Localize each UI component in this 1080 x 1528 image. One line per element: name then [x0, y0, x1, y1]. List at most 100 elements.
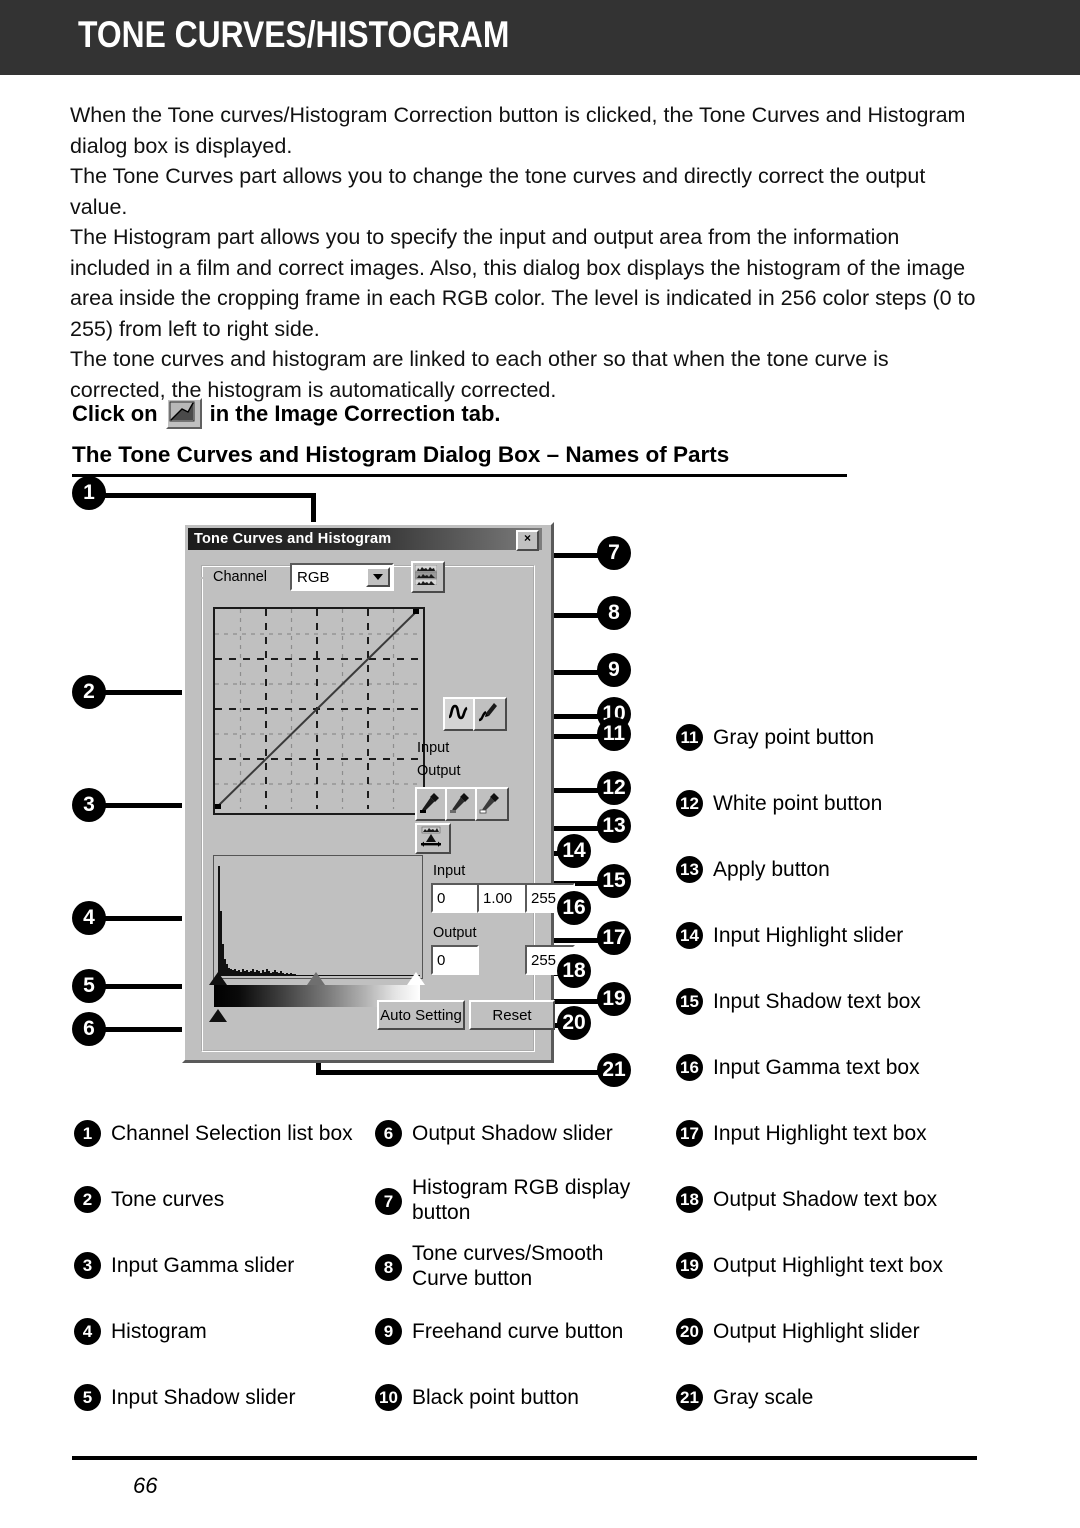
input-highlight-value: 255: [531, 889, 557, 907]
legend-item-9: 9 Freehand curve button: [375, 1318, 635, 1345]
callout-13: 13: [597, 809, 631, 843]
instruction-line: Click on in the Image Correction tab.: [72, 398, 501, 429]
legend-label-21: Gray scale: [713, 1386, 814, 1409]
auto-setting-button[interactable]: Auto Setting: [377, 1000, 465, 1030]
side-legend-number-15: 15: [676, 988, 703, 1015]
tone-curves-graph[interactable]: [213, 607, 425, 815]
side-legend-label-11: Gray point button: [713, 726, 875, 749]
parts-legend: 1 Channel Selection list box 2 Tone curv…: [0, 1112, 1080, 1422]
input-gamma-value: 1.00: [483, 889, 513, 907]
legend-item-21: 21 Gray scale: [676, 1384, 1006, 1411]
legend-label-3: Input Gamma slider: [111, 1254, 295, 1277]
side-legend-number-13: 13: [676, 856, 703, 883]
legend-label-9: Freehand curve button: [412, 1320, 624, 1343]
side-legend-label-15: Input Shadow text box: [713, 990, 921, 1013]
output-shadow-text-box[interactable]: 0: [431, 945, 479, 975]
side-legend-number-12: 12: [676, 790, 703, 817]
gray-point-button[interactable]: [445, 787, 479, 821]
callout-3: 3: [72, 788, 106, 822]
legend-item-2: 2 Tone curves: [74, 1186, 374, 1213]
legend-number-21: 21: [676, 1384, 703, 1411]
side-legend-number-11: 11: [676, 724, 703, 751]
side-legend-item-15: 15 Input Shadow text box: [676, 988, 1006, 1015]
input-gamma-slider[interactable]: [307, 972, 325, 985]
legend-number-10: 10: [375, 1384, 402, 1411]
side-legend-item-14: 14 Input Highlight slider: [676, 922, 1006, 949]
callout-12: 12: [597, 771, 631, 805]
close-icon[interactable]: ×: [516, 530, 539, 551]
legend-item-20: 20 Output Highlight slider: [676, 1318, 1006, 1345]
callout-6: 6: [72, 1012, 106, 1046]
freehand-curve-button[interactable]: [473, 697, 507, 731]
tone-curves-histogram-dialog: Tone Curves and Histogram × Channel RGB: [182, 522, 575, 1063]
callout-7: 7: [597, 536, 631, 570]
callout-21: 21: [597, 1053, 631, 1087]
legend-number-4: 4: [74, 1318, 101, 1345]
dialog-title: Tone Curves and Histogram: [194, 531, 392, 547]
histogram-rgb-display-button[interactable]: [411, 561, 445, 593]
intro-paragraph-1: When the Tone curves/Histogram Correctio…: [70, 103, 966, 158]
legend-label-4: Histogram: [111, 1320, 207, 1343]
input-shadow-value: 0: [437, 889, 446, 907]
histogram[interactable]: [213, 855, 423, 979]
legend-item-1: 1 Channel Selection list box: [74, 1120, 374, 1147]
histogram-input-label: Input: [433, 863, 466, 879]
curve-output-label: Output: [417, 763, 461, 779]
tone-curve-icon[interactable]: [165, 398, 202, 429]
output-shadow-slider[interactable]: [209, 1009, 227, 1022]
intro-paragraph-3: The Histogram part allows you to specify…: [70, 225, 976, 341]
legend-item-19: 19 Output Highlight text box: [676, 1252, 1006, 1279]
channel-selection-list-box[interactable]: RGB: [290, 563, 394, 591]
tone-curves-smooth-curve-button[interactable]: [443, 697, 477, 731]
legend-number-20: 20: [676, 1318, 703, 1345]
legend-item-7: 7 Histogram RGB display button: [375, 1174, 635, 1225]
dialog-titlebar[interactable]: Tone Curves and Histogram ×: [188, 528, 542, 551]
legend-item-10: 10 Black point button: [375, 1384, 635, 1411]
legend-item-4: 4 Histogram: [74, 1318, 374, 1345]
legend-number-2: 2: [74, 1186, 101, 1213]
group-frame-gap: [201, 577, 213, 579]
reset-button[interactable]: Reset: [469, 1000, 555, 1030]
legend-label-19: Output Highlight text box: [713, 1254, 943, 1277]
side-legend-item-13: 13 Apply button: [676, 856, 1006, 883]
callout-14: 14: [557, 834, 591, 868]
callout-16: 16: [557, 891, 591, 925]
legend-number-3: 3: [74, 1252, 101, 1279]
output-highlight-value: 255: [531, 951, 557, 969]
legend-label-17: Input Highlight text box: [713, 1122, 927, 1145]
footer-rule: [72, 1456, 977, 1460]
channel-label: Channel: [213, 569, 268, 585]
input-shadow-slider[interactable]: [209, 972, 227, 985]
legend-number-7: 7: [375, 1188, 402, 1215]
side-legend-label-12: White point button: [713, 792, 883, 815]
legend-number-1: 1: [74, 1120, 101, 1147]
legend-label-8: Tone curves/Smooth Curve button: [412, 1242, 604, 1290]
histogram-output-label: Output: [433, 925, 477, 941]
legend-number-19: 19: [676, 1252, 703, 1279]
page-title: TONE CURVES/HISTOGRAM: [78, 14, 510, 55]
page-header-bar: TONE CURVES/HISTOGRAM: [0, 0, 1080, 75]
output-shadow-value: 0: [437, 951, 446, 969]
legend-label-10: Black point button: [412, 1386, 579, 1409]
figure-diagram: 1 2 3 4 5 6 7 8 9 10 11 12 13 14 15 16 1…: [0, 476, 1080, 1108]
callout-1: 1: [72, 476, 106, 510]
instruction-suffix: in the Image Correction tab.: [209, 400, 501, 426]
input-gamma-text-box[interactable]: 1.00: [477, 883, 527, 913]
instruction-prefix: Click on: [72, 400, 158, 426]
callout-2: 2: [72, 675, 106, 709]
black-point-button[interactable]: [415, 787, 449, 821]
legend-label-18: Output Shadow text box: [713, 1188, 938, 1211]
tone-curve-svg: [215, 609, 419, 809]
side-legend-item-16: 16 Input Gamma text box: [676, 1054, 1006, 1081]
legend-item-6: 6 Output Shadow slider: [375, 1120, 635, 1147]
apply-button[interactable]: [415, 823, 451, 854]
legend-item-18: 18 Output Shadow text box: [676, 1186, 1006, 1213]
chevron-down-icon[interactable]: [366, 567, 390, 587]
legend-label-7: Histogram RGB display button: [412, 1176, 631, 1224]
callout-4: 4: [72, 901, 106, 935]
legend-item-5: 5 Input Shadow slider: [74, 1384, 374, 1411]
input-shadow-text-box[interactable]: 0: [431, 883, 479, 913]
white-point-button[interactable]: [475, 787, 509, 821]
legend-label-5: Input Shadow slider: [111, 1386, 296, 1409]
input-highlight-slider[interactable]: [407, 972, 425, 985]
